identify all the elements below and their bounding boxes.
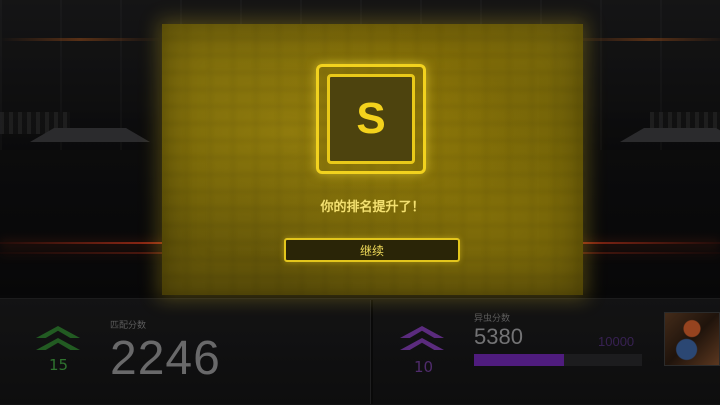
rank-up-message: 你的排名提升了！	[320, 200, 425, 215]
continue-button[interactable]: 继续	[284, 238, 460, 262]
rank-emblem: S	[327, 74, 415, 164]
rank-letter: S	[356, 94, 386, 143]
